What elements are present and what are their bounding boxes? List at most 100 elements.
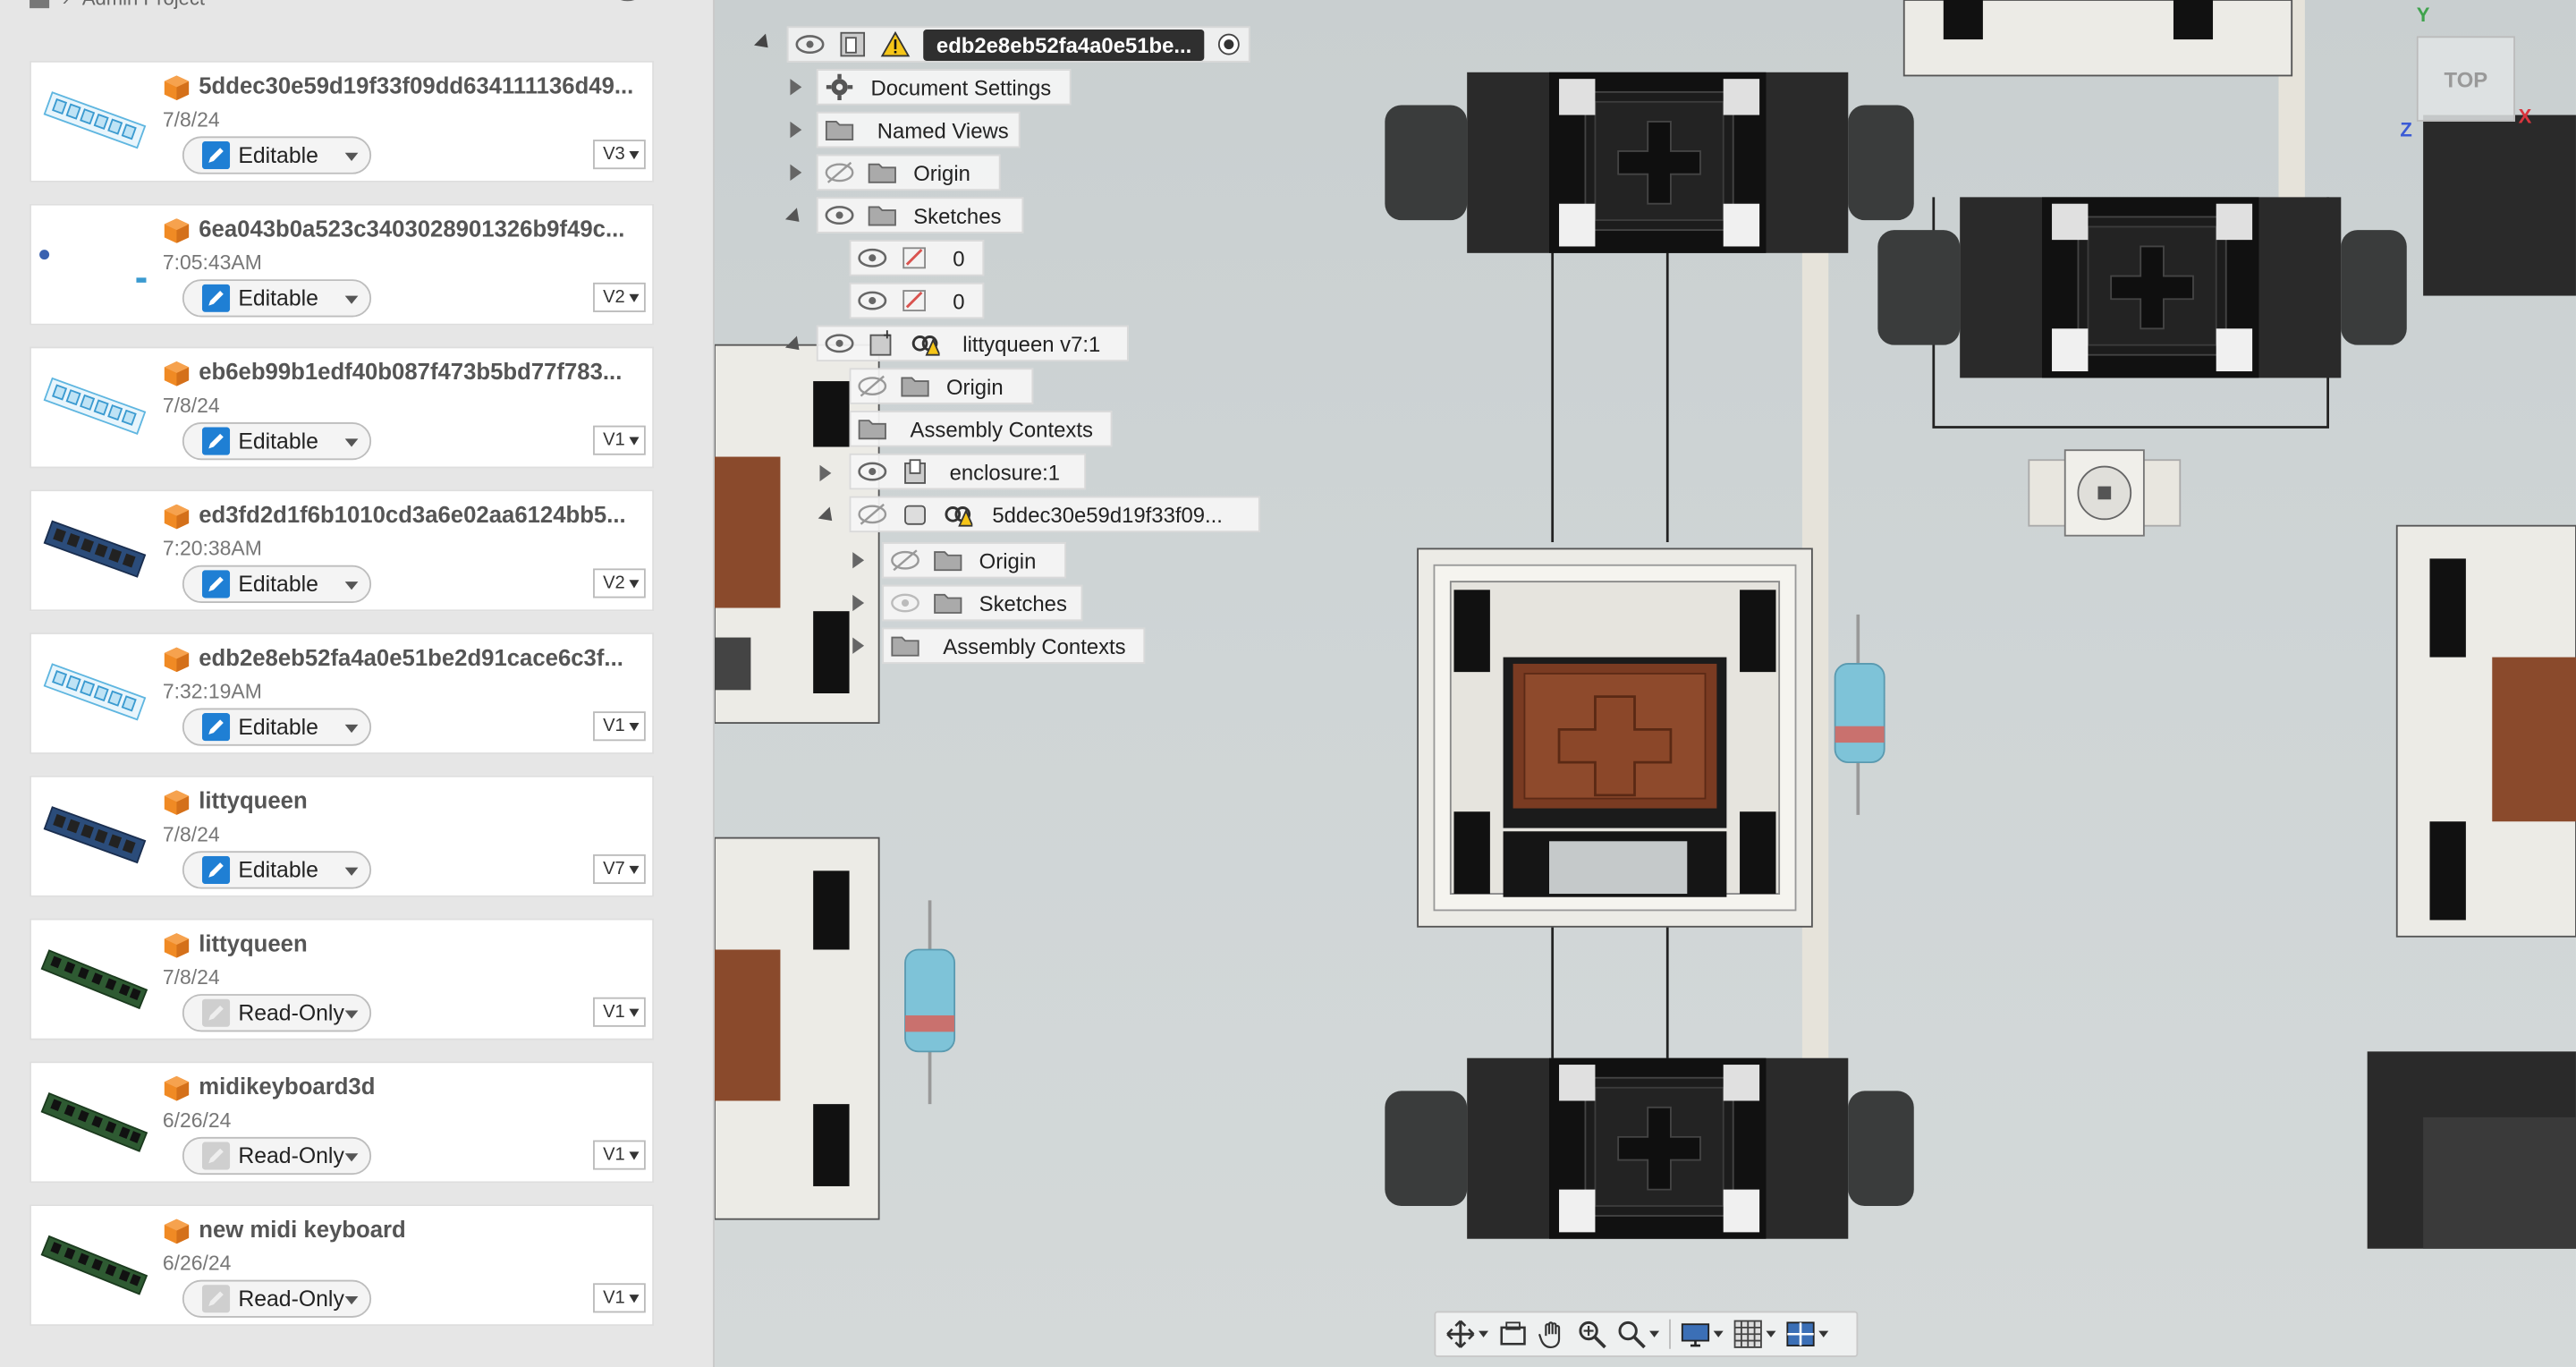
pan-hand-icon[interactable] <box>1538 1320 1567 1349</box>
eye-hidden-icon[interactable] <box>825 159 854 185</box>
eye-icon[interactable] <box>825 202 854 228</box>
file-thumbnail[interactable] <box>35 784 153 892</box>
version-dropdown[interactable]: V3 <box>593 140 646 170</box>
chevron-down-icon <box>629 580 640 589</box>
version-dropdown[interactable]: V1 <box>593 1140 646 1170</box>
enclosure-node[interactable]: enclosure:1 <box>849 453 1087 490</box>
file-thumbnail[interactable] <box>35 355 153 463</box>
version-dropdown[interactable]: V2 <box>593 568 646 599</box>
access-dropdown[interactable]: Editable <box>182 421 372 461</box>
file-name[interactable]: 5ddec30e59d19f33f09dd634111136d49... <box>199 72 646 98</box>
canvas-viewport[interactable]: edb2e8eb52fa4a0e51be... Document Setting… <box>714 0 2576 1367</box>
access-dropdown[interactable]: Editable <box>182 565 372 603</box>
file-thumbnail[interactable] <box>35 1212 153 1320</box>
document-settings-node[interactable]: Document Settings <box>816 69 1072 106</box>
eye-hidden-icon[interactable] <box>858 501 887 527</box>
file-thumbnail[interactable] <box>35 212 153 320</box>
eye-icon[interactable] <box>858 287 887 313</box>
file-name[interactable]: midikeyboard3d <box>199 1073 646 1099</box>
sketch-node[interactable]: 0 <box>849 240 985 276</box>
grid-icon[interactable] <box>30 0 50 9</box>
access-dropdown[interactable]: Editable <box>182 851 372 889</box>
file-name[interactable]: littyqueen <box>199 787 646 813</box>
grid-settings-icon[interactable] <box>1733 1320 1763 1349</box>
access-dropdown[interactable]: Read-Only <box>182 994 372 1032</box>
access-dropdown[interactable]: Read-Only <box>182 1279 372 1318</box>
sub-sketches-node[interactable]: Sketches <box>882 584 1083 622</box>
component-origin-node[interactable]: Origin <box>849 368 1034 404</box>
eye-icon[interactable] <box>890 590 919 616</box>
file-card[interactable]: 6ea043b0a523c3403028901326b9f49c... 7:05:… <box>30 203 655 326</box>
access-dropdown[interactable]: Editable <box>182 708 372 746</box>
sub-origin-node[interactable]: Origin <box>882 542 1067 579</box>
expand-icon[interactable] <box>790 79 802 96</box>
origin-node[interactable]: Origin <box>816 154 1001 191</box>
file-card[interactable]: littyqueen 7/8/24 Editable V7 <box>30 775 655 897</box>
eye-hidden-icon[interactable] <box>890 548 919 573</box>
version-dropdown[interactable]: V7 <box>593 853 646 885</box>
activate-radio-icon[interactable] <box>1215 31 1244 57</box>
version-dropdown[interactable]: V2 <box>593 282 646 312</box>
file-name[interactable]: new midi keyboard <box>199 1216 646 1242</box>
expand-icon[interactable] <box>790 164 802 182</box>
expand-icon[interactable] <box>790 121 802 139</box>
file-card[interactable]: 5ddec30e59d19f33f09dd634111136d49... 7/8/… <box>30 60 655 183</box>
chevron-down-icon[interactable] <box>1766 1330 1776 1337</box>
file-name[interactable]: 6ea043b0a523c3403028901326b9f49c... <box>199 216 646 242</box>
fit-zoom-icon[interactable] <box>1616 1320 1646 1349</box>
named-views-node[interactable]: Named Views <box>816 111 1021 149</box>
file-thumbnail[interactable] <box>35 641 153 749</box>
viewports-icon[interactable] <box>1785 1320 1815 1349</box>
expand-icon[interactable] <box>852 552 865 569</box>
view-cube-face[interactable]: TOP <box>2445 66 2488 91</box>
view-cube[interactable]: TOP <box>2416 36 2515 122</box>
eye-icon[interactable] <box>825 330 854 356</box>
assembly-contexts-node[interactable]: Assembly Contexts <box>849 411 1113 447</box>
chevron-down-icon <box>344 867 359 876</box>
file-card[interactable]: new midi keyboard 6/26/24 Read-Only V1 <box>30 1204 655 1327</box>
eye-icon[interactable] <box>858 245 887 271</box>
visibility-icon[interactable] <box>613 0 642 10</box>
access-dropdown[interactable]: Editable <box>182 279 372 318</box>
expand-icon[interactable] <box>852 637 865 654</box>
version-dropdown[interactable]: V1 <box>593 711 646 742</box>
expand-icon[interactable] <box>852 594 865 612</box>
zoom-icon[interactable] <box>1577 1320 1606 1349</box>
file-thumbnail[interactable] <box>35 927 153 1035</box>
file-thumbnail[interactable] <box>35 1070 153 1178</box>
sketches-node[interactable]: Sketches <box>816 197 1024 233</box>
version-dropdown[interactable]: V1 <box>593 997 646 1027</box>
look-at-icon[interactable] <box>1498 1320 1528 1349</box>
chevron-down-icon[interactable] <box>1713 1330 1724 1337</box>
eye-hidden-icon[interactable] <box>858 373 887 399</box>
file-card[interactable]: midikeyboard3d 6/26/24 Read-Only V1 <box>30 1061 655 1184</box>
version-dropdown[interactable]: V1 <box>593 425 646 455</box>
orbit-icon[interactable] <box>1445 1320 1475 1349</box>
browser-root[interactable]: edb2e8eb52fa4a0e51be... <box>786 26 1250 63</box>
access-dropdown[interactable]: Editable <box>182 136 372 174</box>
access-dropdown[interactable]: Read-Only <box>182 1136 372 1176</box>
file-card[interactable]: littyqueen 7/8/24 Read-Only V1 <box>30 918 655 1040</box>
chevron-down-icon[interactable] <box>1479 1330 1489 1337</box>
file-card[interactable]: ed3fd2d1f6b1010cd3a6e02aa6124bb5... 7:20:… <box>30 489 655 612</box>
chevron-down-icon[interactable] <box>1818 1330 1829 1337</box>
file-thumbnail[interactable] <box>35 497 153 606</box>
file-name[interactable]: eb6eb99b1edf40b087f473b5bd77f783... <box>199 358 646 384</box>
file-card[interactable]: eb6eb99b1edf40b087f473b5bd77f783... 7/8/2… <box>30 346 655 469</box>
component-node[interactable]: littyqueen v7:1 <box>816 325 1129 362</box>
file-thumbnail[interactable] <box>35 69 153 177</box>
display-settings-icon[interactable] <box>1681 1320 1710 1349</box>
file-name[interactable]: edb2e8eb52fa4a0e51be2d91cace6c3f... <box>199 644 646 670</box>
expand-icon[interactable] <box>819 464 832 482</box>
eye-icon[interactable] <box>858 458 887 484</box>
file-name[interactable]: ed3fd2d1f6b1010cd3a6e02aa6124bb5... <box>199 501 646 527</box>
file-name[interactable]: littyqueen <box>199 930 646 955</box>
eye-icon[interactable] <box>795 31 825 57</box>
chevron-down-icon[interactable] <box>1649 1330 1660 1337</box>
sub-assembly-contexts-node[interactable]: Assembly Contexts <box>882 627 1146 664</box>
project-name[interactable]: Admin Project <box>82 0 205 10</box>
subcomponent-node[interactable]: 5ddec30e59d19f33f09... <box>849 496 1260 533</box>
sketch-node[interactable]: 0 <box>849 282 985 319</box>
file-card[interactable]: edb2e8eb52fa4a0e51be2d91cace6c3f... 7:32:… <box>30 633 655 754</box>
version-dropdown[interactable]: V1 <box>593 1283 646 1313</box>
